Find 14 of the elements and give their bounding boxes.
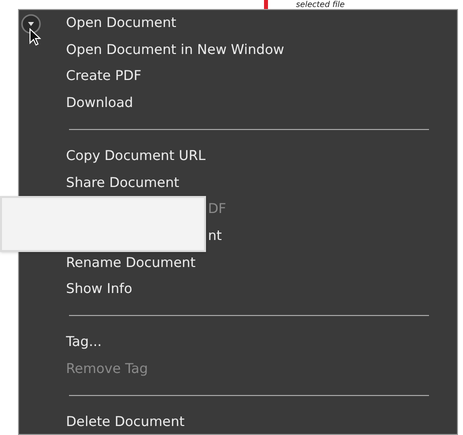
dropdown-circle-icon[interactable] — [21, 14, 41, 34]
menu-item[interactable]: Open Document — [66, 13, 176, 34]
menu-item[interactable]: Delete Document — [66, 412, 185, 432]
menu-item[interactable]: Create PDF — [66, 66, 142, 87]
mouse-pointer-icon — [29, 28, 41, 46]
menu-item[interactable]: Copy Document URL — [66, 146, 206, 166]
menu-item[interactable]: Rename Document — [66, 252, 196, 273]
annotation-text: selected file — [296, 0, 345, 9]
menu-item[interactable]: nt — [208, 226, 222, 246]
menu-item[interactable]: Share Document — [66, 172, 180, 193]
menu-item[interactable]: Open Document in New Window — [66, 40, 284, 60]
menu-item[interactable]: Tag... — [66, 332, 102, 353]
menu-item[interactable]: Show Info — [66, 279, 132, 300]
menu-item[interactable]: Download — [66, 92, 134, 114]
